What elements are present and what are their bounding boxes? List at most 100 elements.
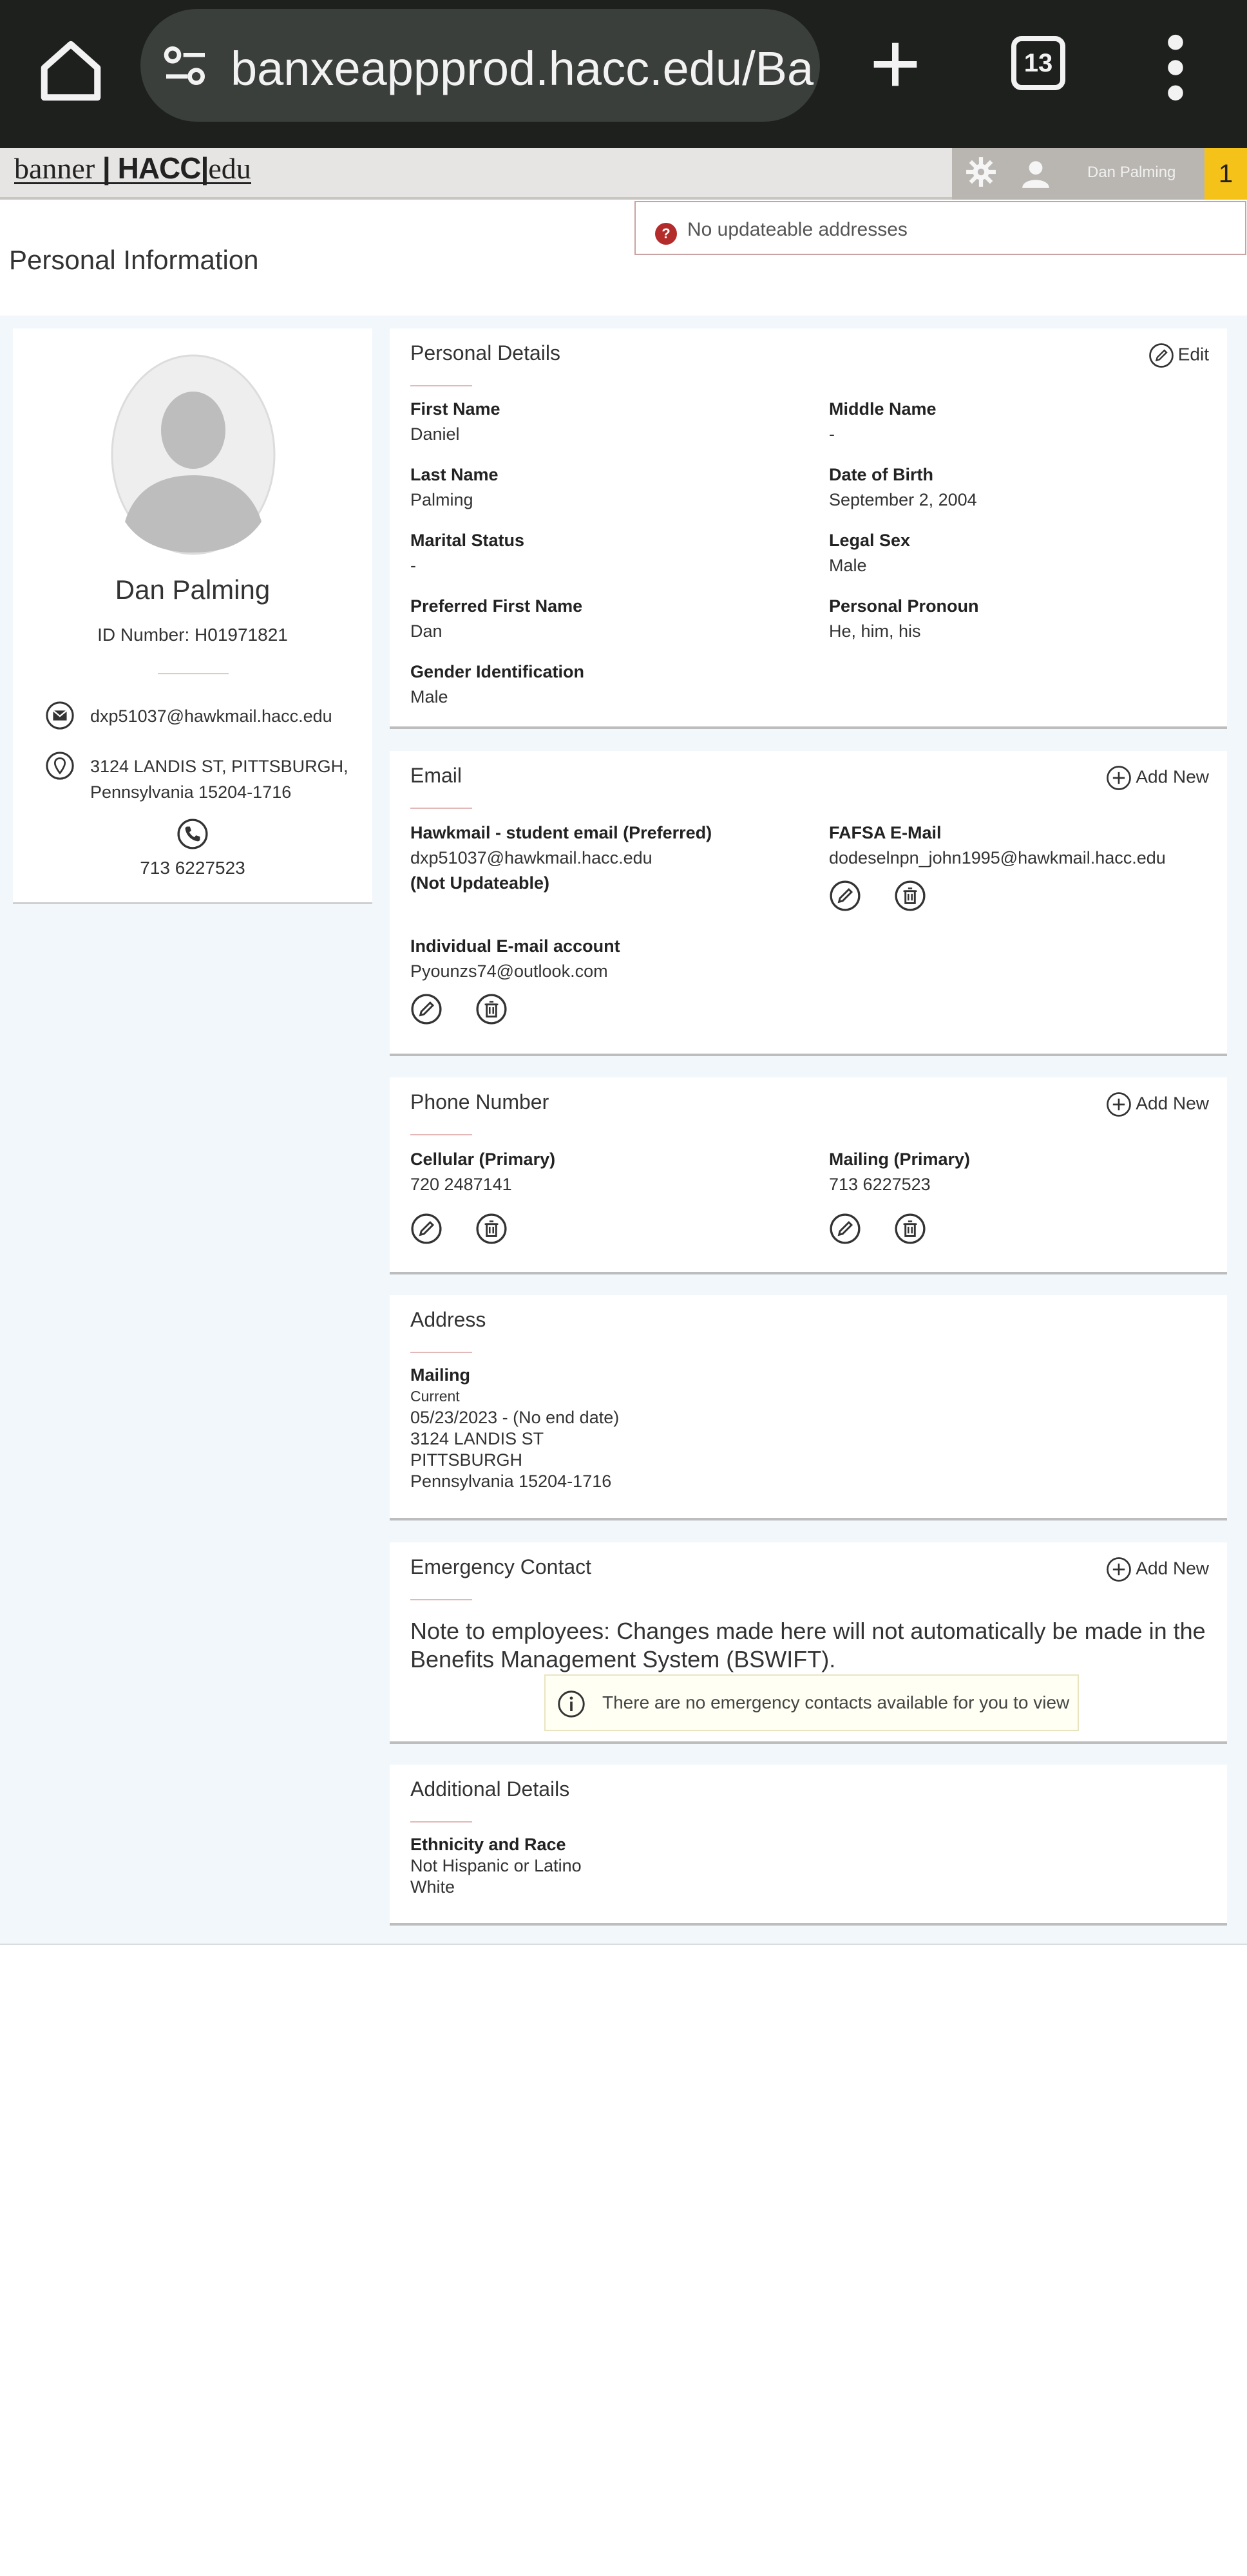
- add-label: Add New: [1136, 766, 1209, 787]
- user-toolbar: Dan Palming: [952, 148, 1204, 200]
- more-menu-icon[interactable]: [1163, 32, 1188, 103]
- field-value: Palming: [410, 490, 473, 509]
- field-value: September 2, 2004: [829, 490, 977, 509]
- user-icon[interactable]: [1020, 157, 1052, 189]
- delete-trash-icon[interactable]: [894, 1213, 926, 1245]
- mailing-address-field: Mailing Current 05/23/2023 - (No end dat…: [410, 1365, 619, 1492]
- address-line: 3124 LANDIS ST: [410, 1429, 544, 1448]
- profile-email[interactable]: dxp51037@hawkmail.hacc.edu: [90, 703, 332, 729]
- site-settings-icon[interactable]: [160, 40, 211, 91]
- home-icon[interactable]: [35, 35, 106, 106]
- add-label: Add New: [1136, 1093, 1209, 1113]
- edit-button[interactable]: Edit: [1148, 343, 1209, 368]
- delete-trash-icon[interactable]: [894, 880, 926, 912]
- section-divider: [410, 1599, 472, 1600]
- field-label: Legal Sex: [829, 531, 911, 550]
- field-label: Hawkmail - student email (Preferred): [410, 823, 712, 842]
- ethnicity-race-field: Ethnicity and Race Not Hispanic or Latin…: [410, 1834, 582, 1898]
- add-circle-icon: [1107, 1092, 1132, 1117]
- address-card: Address Mailing Current 05/23/2023 - (No…: [390, 1295, 1227, 1520]
- edit-pencil-icon[interactable]: [410, 1213, 443, 1245]
- phone-number-card: Phone Number Add New Cellular (Primary) …: [390, 1077, 1227, 1274]
- field-label: Preferred First Name: [410, 596, 583, 616]
- add-emergency-contact-button[interactable]: Add New: [1106, 1557, 1209, 1582]
- section-title: Emergency Contact: [410, 1555, 592, 1578]
- field-label: Personal Pronoun: [829, 596, 979, 616]
- section-title: Address: [410, 1308, 486, 1331]
- mailing-phone-field: Mailing (Primary) 713 6227523: [829, 1147, 970, 1197]
- avatar: [111, 354, 276, 555]
- field-label: Marital Status: [410, 531, 525, 550]
- fafsa-email-field: FAFSA E-Mail dodeselnpn_john1995@hawkmai…: [829, 820, 1166, 871]
- gender-identification-field: Gender Identification Male: [410, 659, 584, 710]
- profile-id-number: ID Number: H01971821: [97, 625, 288, 645]
- email-card: Email Add New Hawkmail - student email (…: [390, 751, 1227, 1056]
- add-label: Add New: [1136, 1558, 1209, 1578]
- field-label: Gender Identification: [410, 662, 585, 681]
- not-updateable-note: (Not Updateable): [410, 873, 549, 893]
- profile-phone[interactable]: 713 6227523: [13, 858, 372, 878]
- section-divider: [410, 808, 472, 809]
- envelope-icon: [46, 701, 74, 730]
- add-email-button[interactable]: Add New: [1106, 765, 1209, 791]
- address-type: Mailing: [410, 1365, 470, 1385]
- field-label: Cellular (Primary): [410, 1150, 556, 1169]
- info-text: There are no emergency contacts availabl…: [602, 1692, 1070, 1712]
- location-icon: [46, 752, 74, 780]
- cellular-phone-field: Cellular (Primary) 720 2487141: [410, 1147, 555, 1197]
- field-value: Dan: [410, 621, 443, 641]
- field-label: First Name: [410, 399, 500, 419]
- field-value: Pyounzs74@outlook.com: [410, 961, 608, 981]
- edit-pencil-icon[interactable]: [829, 880, 861, 912]
- profile-divider: [158, 673, 229, 674]
- phone-icon: [177, 819, 208, 849]
- info-message: There are no emergency contacts availabl…: [544, 1674, 1079, 1731]
- section-divider: [410, 1821, 472, 1823]
- preferred-first-name-field: Preferred First Name Dan: [410, 594, 582, 644]
- field-label: Individual E-mail account: [410, 936, 620, 956]
- notification-badge[interactable]: 1: [1204, 148, 1247, 200]
- tab-count-button[interactable]: 13: [1011, 36, 1065, 90]
- field-label: FAFSA E-Mail: [829, 823, 942, 842]
- address-bar[interactable]: banxeappprod.hacc.edu/Ba: [140, 9, 820, 122]
- field-value: -: [829, 424, 835, 444]
- profile-address-line2: Pennsylvania 15204-1716: [90, 782, 292, 802]
- field-value: dxp51037@hawkmail.hacc.edu: [410, 848, 652, 867]
- personal-details-card: Personal Details Edit First Name Daniel M…: [390, 328, 1227, 729]
- field-value: Male: [410, 687, 448, 706]
- field-value: 720 2487141: [410, 1175, 512, 1194]
- section-title: Phone Number: [410, 1090, 549, 1113]
- field-label: Mailing (Primary): [829, 1150, 971, 1169]
- edit-pencil-icon[interactable]: [410, 993, 443, 1025]
- delete-trash-icon[interactable]: [475, 1213, 508, 1245]
- user-name[interactable]: Dan Palming: [1087, 164, 1176, 182]
- error-alert: ? No updateable addresses: [634, 201, 1246, 255]
- address-dates: 05/23/2023 - (No end date): [410, 1408, 620, 1427]
- field-label: Last Name: [410, 465, 499, 484]
- url-text[interactable]: banxeappprod.hacc.edu/Ba: [231, 41, 814, 96]
- section-title: Additional Details: [410, 1777, 570, 1801]
- new-tab-icon[interactable]: [863, 32, 928, 97]
- add-circle-icon: [1107, 766, 1132, 790]
- add-circle-icon: [1107, 1557, 1132, 1582]
- field-label: Date of Birth: [829, 465, 933, 484]
- browser-toolbar: banxeappprod.hacc.edu/Ba 13: [0, 0, 1247, 148]
- emergency-contact-card: Emergency Contact Add New Note to employ…: [390, 1542, 1227, 1744]
- middle-name-field: Middle Name -: [829, 397, 937, 447]
- banner-logo[interactable]: banner | HACC|edu: [14, 151, 251, 185]
- address-line: Pennsylvania 15204-1716: [410, 1472, 612, 1491]
- section-divider: [410, 385, 472, 386]
- last-name-field: Last Name Palming: [410, 462, 499, 513]
- pencil-icon: [1148, 343, 1174, 368]
- add-phone-button[interactable]: Add New: [1106, 1092, 1209, 1117]
- app-header: banner | HACC|edu Dan Palming 1: [0, 148, 1247, 200]
- delete-trash-icon[interactable]: [475, 993, 508, 1025]
- address-status: Current: [410, 1388, 460, 1405]
- section-title: Personal Details: [410, 341, 560, 365]
- field-value: Not Hispanic or Latino: [410, 1856, 582, 1875]
- info-icon: [558, 1690, 585, 1718]
- page-title: Personal Information: [9, 245, 259, 275]
- edit-pencil-icon[interactable]: [829, 1213, 861, 1245]
- profile-card: Dan Palming ID Number: H01971821 dxp5103…: [13, 328, 372, 904]
- gear-icon[interactable]: [965, 156, 997, 188]
